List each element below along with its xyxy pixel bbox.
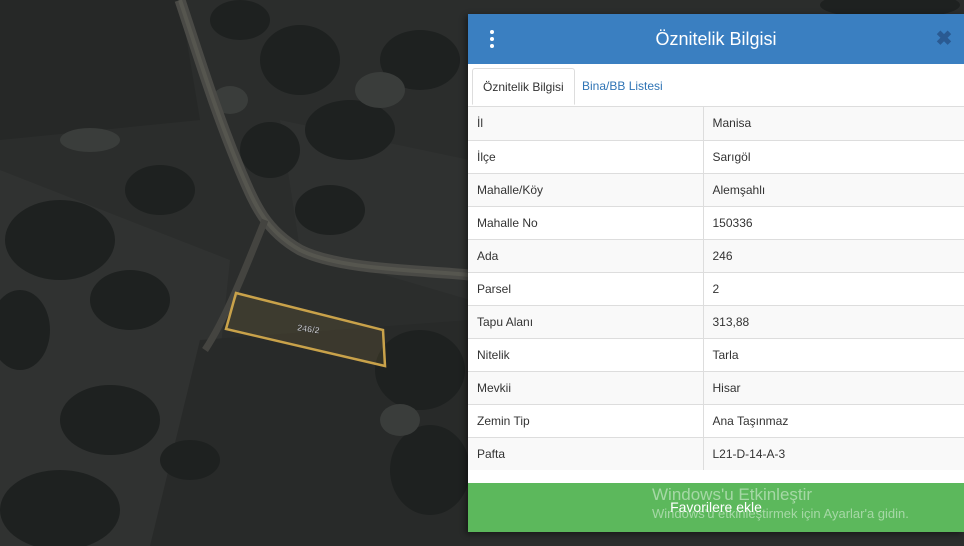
attribute-value: Sarıgöl xyxy=(703,139,964,173)
attribute-key: Parsel xyxy=(468,271,704,305)
attribute-value: L21-D-14-A-3 xyxy=(703,436,964,470)
attribute-value: 246 xyxy=(703,238,964,272)
attribute-value: 150336 xyxy=(703,205,964,239)
attribute-value: 313,88 xyxy=(703,304,964,338)
attribute-key: Mahalle No xyxy=(468,205,704,239)
attribute-value: Hisar xyxy=(703,370,964,404)
attribute-panel: Öznitelik Bilgisi ✖ Öznitelik Bilgisi Bi… xyxy=(468,14,964,532)
close-icon[interactable]: ✖ xyxy=(934,28,954,50)
attribute-value: Manisa xyxy=(703,107,964,140)
table-row: Mevkii Hisar xyxy=(468,370,964,404)
panel-title: Öznitelik Bilgisi xyxy=(655,29,777,49)
attribute-value: 2 xyxy=(703,271,964,305)
tab-bar: Öznitelik Bilgisi Bina/BB Listesi xyxy=(468,64,964,107)
panel-header: Öznitelik Bilgisi ✖ xyxy=(468,14,964,64)
table-row: Mahalle/Köy Alemşahlı xyxy=(468,172,964,206)
tab-oznitelik-bilgisi[interactable]: Öznitelik Bilgisi xyxy=(472,68,575,105)
attribute-key: Nitelik xyxy=(468,337,704,371)
table-row: Nitelik Tarla xyxy=(468,337,964,371)
attribute-key: İl xyxy=(468,107,704,140)
table-row: İl Manisa xyxy=(468,107,964,140)
table-row: Ada 246 xyxy=(468,238,964,272)
table-row: Parsel 2 xyxy=(468,271,964,305)
attribute-table: İl Manisa İlçe Sarıgöl Mahalle/Köy Alemşahlı M… xyxy=(468,107,964,470)
attribute-key: Pafta xyxy=(468,436,704,470)
add-to-favorites-button[interactable]: Favorilere ekle xyxy=(468,483,964,532)
tab-bina-bb-listesi[interactable]: Bina/BB Listesi xyxy=(572,68,673,105)
attribute-key: Mevkii xyxy=(468,370,704,404)
attribute-key: Ada xyxy=(468,238,704,272)
attribute-key: İlçe xyxy=(468,139,704,173)
table-row: Pafta L21-D-14-A-3 xyxy=(468,436,964,470)
attribute-value: Tarla xyxy=(703,337,964,371)
attribute-value: Alemşahlı xyxy=(703,172,964,206)
table-row: Zemin Tip Ana Taşınmaz xyxy=(468,403,964,437)
attribute-value: Ana Taşınmaz xyxy=(703,403,964,437)
table-row: Mahalle No 150336 xyxy=(468,205,964,239)
attribute-key: Zemin Tip xyxy=(468,403,704,437)
table-row: İlçe Sarıgöl xyxy=(468,139,964,173)
attribute-key: Mahalle/Köy xyxy=(468,172,704,206)
table-row: Tapu Alanı 313,88 xyxy=(468,304,964,338)
attribute-key: Tapu Alanı xyxy=(468,304,704,338)
